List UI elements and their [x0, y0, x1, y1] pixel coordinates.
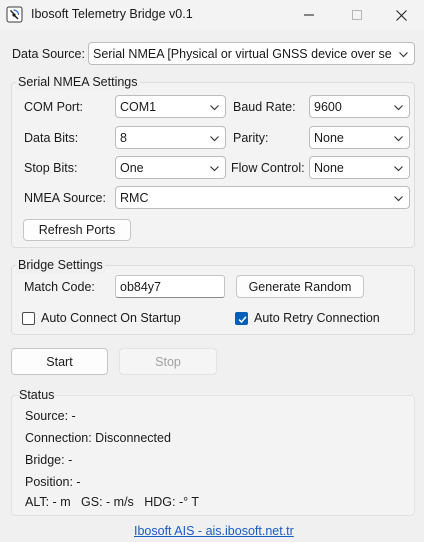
- auto-connect-label[interactable]: Auto Connect On Startup: [41, 310, 181, 326]
- data-source-label: Data Source:: [12, 47, 85, 61]
- stop-bits-value: One: [120, 161, 144, 175]
- start-button[interactable]: Start: [11, 348, 108, 375]
- serial-settings-title: Serial NMEA Settings: [16, 74, 140, 90]
- close-button[interactable]: [378, 0, 424, 30]
- bridge-settings-title: Bridge Settings: [16, 257, 105, 273]
- chevron-down-icon: [209, 102, 220, 113]
- stop-button[interactable]: Stop: [119, 348, 217, 375]
- status-connection: Connection: Disconnected: [25, 431, 171, 445]
- parity-value: None: [314, 131, 344, 145]
- status-metrics: ALT: - m GS: - m/s HDG: -° T: [25, 495, 199, 509]
- maximize-button[interactable]: [334, 0, 380, 30]
- chevron-down-icon: [393, 193, 404, 204]
- status-title: Status: [19, 388, 55, 402]
- stop-bits-select[interactable]: One: [115, 156, 226, 179]
- title-bar: Ibosoft Telemetry Bridge v0.1: [0, 0, 424, 30]
- data-source-value: Serial NMEA [Physical or virtual GNSS de…: [93, 47, 392, 61]
- chevron-down-icon: [393, 133, 404, 144]
- status-source: Source: -: [25, 409, 76, 423]
- parity-label: Parity:: [233, 131, 269, 145]
- baud-rate-value: 9600: [314, 100, 342, 114]
- auto-retry-label[interactable]: Auto Retry Connection: [254, 310, 380, 326]
- nmea-source-value: RMC: [120, 191, 149, 205]
- data-source-select[interactable]: Serial NMEA [Physical or virtual GNSS de…: [88, 42, 415, 65]
- chevron-down-icon: [398, 49, 409, 60]
- baud-rate-select[interactable]: 9600: [309, 95, 410, 118]
- app-icon: [6, 6, 23, 23]
- window-title: Ibosoft Telemetry Bridge v0.1: [31, 7, 193, 21]
- stop-bits-label: Stop Bits:: [24, 161, 78, 175]
- flow-control-select[interactable]: None: [309, 156, 410, 179]
- checkmark-icon: [238, 316, 247, 324]
- auto-retry-checkbox[interactable]: [235, 312, 248, 325]
- status-position: Position: -: [25, 475, 81, 489]
- parity-select[interactable]: None: [309, 126, 410, 149]
- refresh-ports-button[interactable]: Refresh Ports: [23, 219, 131, 241]
- nmea-source-label: NMEA Source:: [24, 191, 106, 205]
- minimize-button[interactable]: [286, 0, 332, 30]
- nmea-source-select[interactable]: RMC: [115, 186, 410, 209]
- com-port-select[interactable]: COM1: [115, 95, 226, 118]
- minimize-icon: [304, 10, 314, 20]
- chevron-down-icon: [209, 163, 220, 174]
- flow-control-label: Flow Control:: [231, 161, 305, 175]
- status-bridge: Bridge: -: [25, 453, 73, 467]
- match-code-label: Match Code:: [24, 280, 95, 294]
- chevron-down-icon: [393, 163, 404, 174]
- chevron-down-icon: [393, 102, 404, 113]
- auto-connect-checkbox[interactable]: [22, 312, 35, 325]
- generate-random-button[interactable]: Generate Random: [236, 275, 364, 298]
- com-port-value: COM1: [120, 100, 157, 114]
- com-port-label: COM Port:: [24, 100, 84, 114]
- match-code-value: ob84y7: [120, 280, 162, 294]
- data-bits-value: 8: [120, 131, 127, 145]
- data-bits-label: Data Bits:: [24, 131, 79, 145]
- close-icon: [395, 9, 407, 21]
- footer-link[interactable]: Ibosoft AIS - ais.ibosoft.net.tr: [134, 523, 294, 539]
- maximize-icon: [352, 10, 362, 20]
- match-code-input[interactable]: ob84y7: [115, 275, 225, 298]
- baud-rate-label: Baud Rate:: [233, 100, 296, 114]
- flow-control-value: None: [314, 161, 344, 175]
- chevron-down-icon: [209, 133, 220, 144]
- data-bits-select[interactable]: 8: [115, 126, 226, 149]
